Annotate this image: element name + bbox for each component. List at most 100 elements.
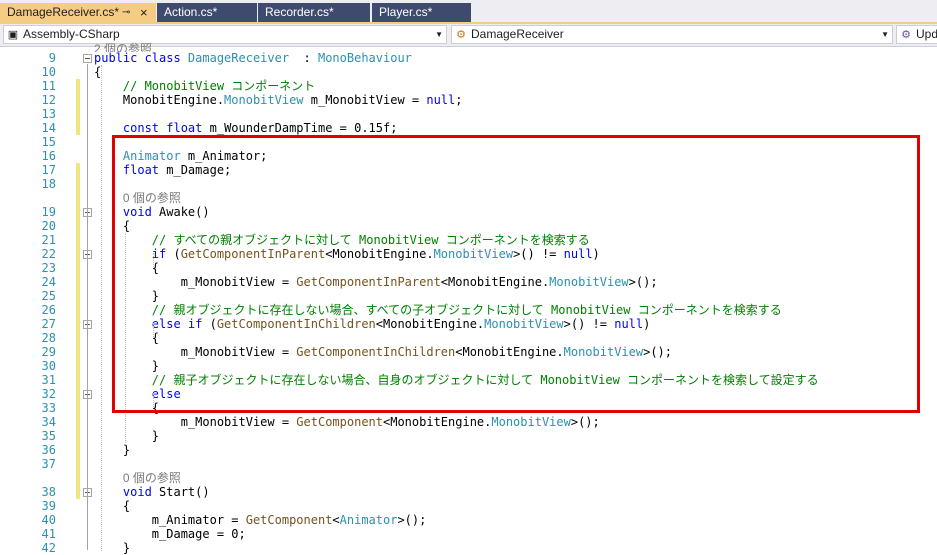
tab-label: DamageReceiver.cs* [7, 5, 120, 19]
code-line: public class DamageReceiver : MonoBehavi… [94, 51, 412, 65]
code-token: GetComponent [296, 415, 383, 429]
code-token: { [94, 499, 131, 513]
line-number: 33 [41, 401, 56, 415]
tab-recorder[interactable]: Recorder.cs* [258, 3, 370, 22]
code-token: void [122, 485, 152, 499]
change-marker [76, 401, 80, 415]
line-number: 26 [41, 303, 56, 317]
change-marker [76, 373, 80, 387]
codelens-label[interactable]: 0 個の参照 [123, 471, 181, 485]
line-number: 24 [41, 275, 56, 289]
collapse-icon[interactable] [83, 54, 92, 63]
line-number: 14 [41, 121, 56, 135]
code-token: >(); [570, 415, 600, 429]
line-number: 32 [41, 387, 56, 401]
code-line: m_Damage = 0; [94, 527, 246, 541]
line-number: 22 [41, 247, 56, 261]
change-marker [76, 303, 80, 317]
line-number: 34 [41, 415, 56, 429]
reference-count[interactable]: 0 個の参照 [94, 471, 181, 485]
line-number: 31 [41, 373, 56, 387]
highlight-box [112, 135, 920, 413]
close-icon[interactable]: × [140, 3, 148, 22]
outline-guide [87, 64, 88, 550]
line-number: 38 [41, 485, 56, 499]
change-marker [76, 219, 80, 233]
line-number: 21 [41, 233, 56, 247]
code-token: GetComponent [245, 513, 333, 527]
line-number: 17 [41, 163, 56, 177]
line-number: 37 [41, 457, 56, 471]
line-number: 12 [41, 93, 56, 107]
line-number: 10 [41, 65, 56, 79]
code-line: MonobitEngine.MonobitView m_MonobitView … [94, 93, 463, 107]
change-marker [76, 485, 80, 499]
code-line: const float m_WounderDampTime = 0.15f; [94, 121, 398, 135]
chevron-down-icon: ▼ [881, 30, 889, 39]
code-token: m_MonobitView = [303, 93, 427, 107]
code-line: } [94, 429, 159, 443]
line-number: 40 [41, 513, 56, 527]
change-marker [76, 191, 80, 205]
change-marker [76, 205, 80, 219]
project-name: Assembly-CSharp [23, 27, 120, 41]
line-number: 27 [41, 317, 56, 331]
member-name: Upd [916, 27, 937, 41]
tab-player[interactable]: Player.cs* [372, 3, 471, 22]
line-number: 30 [41, 359, 56, 373]
project-dropdown[interactable]: ▣ Assembly-CSharp ▼ [3, 25, 447, 44]
change-marker [76, 471, 80, 485]
code-token: } [94, 541, 131, 555]
code-token: MonobitView [491, 415, 571, 429]
method-icon: ⚙ [901, 29, 911, 41]
line-number: 19 [41, 205, 56, 219]
code-token: DamageReceiver [187, 51, 290, 65]
pin-icon[interactable]: ⊸ [122, 3, 130, 22]
tab-label: Action.cs* [164, 5, 218, 19]
change-marker [76, 331, 80, 345]
line-number: 28 [41, 331, 56, 345]
line-number: 16 [41, 149, 56, 163]
line-number: 25 [41, 289, 56, 303]
change-marker [76, 317, 80, 331]
change-marker [76, 345, 80, 359]
tab-label: Recorder.cs* [265, 5, 334, 19]
code-token: MonobitEngine. [94, 93, 225, 107]
member-dropdown[interactable]: ⚙ Upd [896, 25, 937, 44]
change-marker [76, 261, 80, 275]
code-token: Start() [151, 485, 210, 499]
line-number: 23 [41, 261, 56, 275]
code-token: m_Animator = [94, 513, 246, 527]
change-marker [76, 443, 80, 457]
change-marker [76, 429, 80, 443]
code-token: public class [94, 51, 188, 65]
code-token: } [94, 429, 160, 443]
line-number: 13 [41, 107, 56, 121]
code-token: MonoBehaviour [317, 51, 412, 65]
code-line: } [94, 541, 130, 555]
document-tab-bar: DamageReceiver.cs* ⊸ × Action.cs* Record… [0, 0, 937, 24]
tab-action[interactable]: Action.cs* [157, 3, 257, 22]
change-marker [76, 457, 80, 471]
line-number: 29 [41, 345, 56, 359]
line-number: 20 [41, 219, 56, 233]
code-token: <MonobitEngine. [383, 415, 492, 429]
line-number: 35 [41, 429, 56, 443]
indent-guide [101, 65, 102, 551]
tab-damagereceiver[interactable]: DamageReceiver.cs* ⊸ × [0, 3, 156, 24]
code-token: // MonobitView コンポーネント [122, 79, 316, 93]
project-icon: ▣ [7, 29, 19, 41]
line-number: 39 [41, 499, 56, 513]
change-marker [76, 79, 80, 93]
tab-label: Player.cs* [379, 5, 433, 19]
class-icon: ⚙ [456, 29, 466, 41]
code-token: ; [455, 93, 463, 107]
code-line: m_Animator = GetComponent<Animator>(); [94, 513, 427, 527]
code-line: m_MonobitView = GetComponent<MonobitEngi… [94, 415, 600, 429]
code-token: m_Damage = 0; [94, 527, 246, 541]
change-marker [76, 415, 80, 429]
change-marker [76, 93, 80, 107]
class-dropdown[interactable]: ⚙ DamageReceiver ▼ [451, 25, 893, 44]
